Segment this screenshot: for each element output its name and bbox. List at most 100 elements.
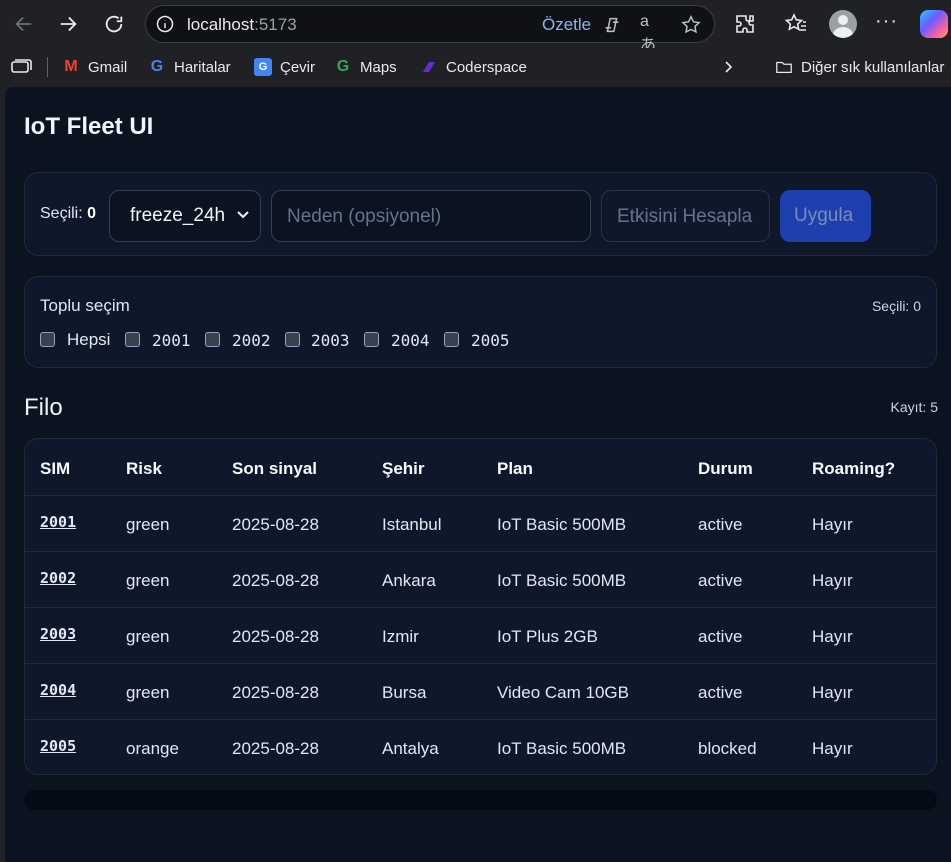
checkbox-sim-2005[interactable] [444, 332, 459, 347]
forward-icon[interactable] [52, 8, 84, 40]
fleet-table: SIM Risk Son sinyal Şehir Plan Durum Roa… [24, 438, 937, 775]
sim-link[interactable]: 2001 [40, 513, 76, 531]
bookmark-cevir[interactable]: G Çevir [254, 58, 315, 76]
bookmark-haritalar[interactable]: G Haritalar [148, 58, 231, 76]
last-signal-cell: 2025-08-28 [232, 739, 319, 758]
city-cell: Istanbul [382, 515, 442, 534]
fleet-title: Filo [24, 394, 63, 421]
bulk-selected-count: Seçili: 0 [871, 298, 921, 314]
status-cell: active [698, 627, 743, 646]
last-signal-cell: 2025-08-28 [232, 627, 319, 646]
checkbox-all-label: Hepsi [67, 330, 111, 349]
copilot-page-icon[interactable] [601, 14, 623, 36]
checkbox-sim-2001[interactable] [125, 332, 140, 347]
url-text[interactable]: localhost:5173 [187, 15, 297, 35]
profile-avatar[interactable] [829, 10, 857, 38]
city-cell: Antalya [382, 739, 439, 758]
bookmark-maps[interactable]: G Maps [334, 58, 397, 76]
apply-button[interactable]: Uygula [780, 190, 871, 242]
checkbox-label: 2003 [311, 331, 350, 350]
gmail-icon: M [64, 58, 78, 75]
roaming-cell: Hayır [812, 627, 853, 646]
checkbox-sim-2002[interactable] [205, 332, 220, 347]
roaming-cell: Hayır [812, 515, 853, 534]
google-icon: G [336, 58, 350, 75]
plan-cell: IoT Basic 500MB [497, 739, 627, 758]
sim-link[interactable]: 2004 [40, 681, 76, 699]
last-signal-cell: 2025-08-28 [232, 683, 319, 702]
tab-actions-icon[interactable] [10, 58, 32, 76]
checkbox-label: 2005 [471, 331, 510, 350]
plan-cell: Video Cam 10GB [497, 683, 629, 702]
action-select[interactable]: freeze_24h [109, 190, 261, 242]
column-header-last-signal[interactable]: Son sinyal [232, 459, 317, 479]
status-cell: active [698, 571, 743, 590]
sim-link[interactable]: 2003 [40, 625, 76, 643]
column-header-risk[interactable]: Risk [126, 459, 162, 479]
status-cell: blocked [698, 739, 757, 758]
checkbox-all[interactable] [40, 332, 55, 347]
checkbox-label: 2004 [391, 331, 430, 350]
table-row: 2002 green 2025-08-28 Ankara IoT Basic 5… [25, 551, 936, 607]
checkbox-sim-2004[interactable] [364, 332, 379, 347]
plan-cell: IoT Basic 500MB [497, 571, 627, 590]
roaming-cell: Hayır [812, 571, 853, 590]
sim-link[interactable]: 2005 [40, 737, 76, 755]
city-cell: Izmir [382, 627, 419, 646]
back-icon[interactable] [8, 8, 40, 40]
plan-cell: IoT Basic 500MB [497, 515, 627, 534]
google-icon: G [150, 58, 164, 75]
browser-toolbar: localhost:5173 Özetle aあ ··· [0, 0, 951, 54]
sim-link[interactable]: 2002 [40, 569, 76, 587]
roaming-cell: Hayır [812, 683, 853, 702]
risk-cell: green [126, 515, 170, 534]
app-title: IoT Fleet UI [24, 113, 154, 140]
city-cell: Bursa [382, 683, 427, 702]
folder-icon [776, 61, 792, 74]
column-header-status[interactable]: Durum [698, 459, 753, 479]
translate-icon[interactable]: aあ [640, 13, 662, 54]
calculate-impact-button[interactable]: Etkisini Hesapla [601, 190, 770, 242]
horizontal-scrollbar[interactable] [24, 790, 937, 810]
favorite-star-icon[interactable] [680, 14, 702, 36]
checkbox-sim-2003[interactable] [285, 332, 300, 347]
summarize-button[interactable]: Özetle [542, 15, 591, 35]
site-info-icon[interactable] [155, 14, 175, 34]
last-signal-cell: 2025-08-28 [232, 515, 319, 534]
column-header-roaming[interactable]: Roaming? [812, 459, 895, 479]
coderspace-icon [420, 58, 438, 76]
address-bar[interactable]: localhost:5173 Özetle aあ [145, 5, 715, 54]
extensions-icon[interactable] [733, 12, 757, 36]
google-translate-icon: G [254, 58, 272, 76]
bulk-selection: Toplu seçim Seçili: 0 Hepsi 2001 2002 20… [24, 276, 937, 368]
bookmark-coderspace[interactable]: Coderspace [420, 58, 527, 76]
risk-cell: green [126, 683, 170, 702]
column-header-plan[interactable]: Plan [497, 459, 533, 479]
column-header-city[interactable]: Şehir [382, 459, 425, 479]
table-row: 2003 green 2025-08-28 Izmir IoT Plus 2GB… [25, 607, 936, 663]
reason-input[interactable]: Neden (opsiyonel) [271, 190, 591, 242]
more-menu-icon[interactable]: ··· [875, 10, 898, 33]
column-header-sim[interactable]: SIM [40, 459, 70, 479]
copilot-icon[interactable] [920, 10, 948, 38]
risk-cell: green [126, 627, 170, 646]
risk-cell: green [126, 571, 170, 590]
status-cell: active [698, 683, 743, 702]
action-bar: Seçili: 0 freeze_24h Neden (opsiyonel) E… [24, 172, 937, 256]
last-signal-cell: 2025-08-28 [232, 571, 319, 590]
bookmark-divider [47, 57, 48, 77]
app-page: IoT Fleet UI Seçili: 0 freeze_24h Neden … [5, 87, 951, 862]
checkbox-label: 2001 [152, 331, 191, 350]
roaming-cell: Hayır [812, 739, 853, 758]
risk-cell: orange [126, 739, 179, 758]
record-count: Kayıt: 5 [890, 399, 938, 415]
table-row: 2005 orange 2025-08-28 Antalya IoT Basic… [25, 719, 936, 774]
chevron-right-icon[interactable] [720, 59, 736, 75]
selected-count-label: Seçili: 0 [40, 205, 97, 222]
bookmark-gmail[interactable]: M Gmail [62, 58, 127, 76]
reload-icon[interactable] [98, 8, 130, 40]
favorites-icon[interactable] [784, 12, 808, 36]
plan-cell: IoT Plus 2GB [497, 627, 598, 646]
chevron-down-icon [237, 211, 249, 219]
bookmark-other-folder[interactable]: Diğer sık kullanılanlar [775, 58, 944, 76]
